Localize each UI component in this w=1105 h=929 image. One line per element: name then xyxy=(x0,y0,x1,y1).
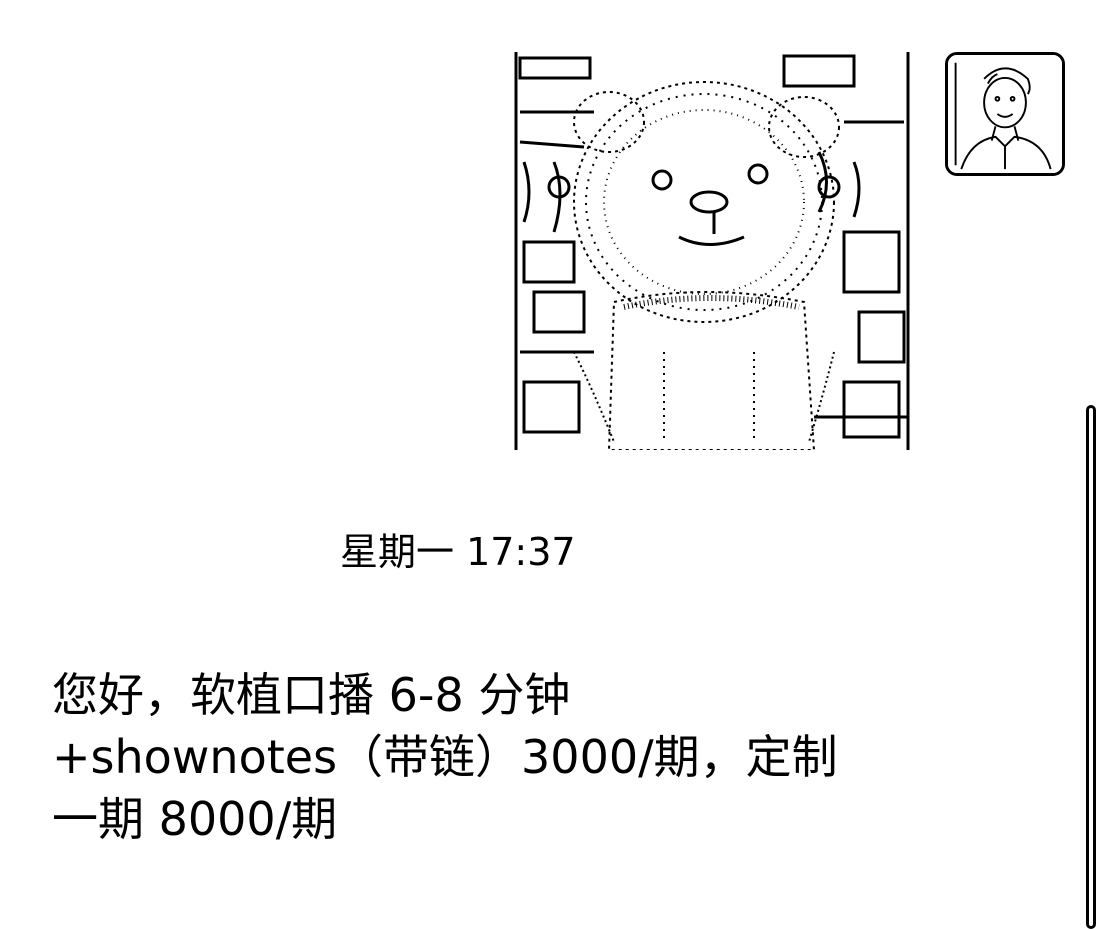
message-line: +shownotes（带链）3000/期，定制 xyxy=(52,730,838,784)
teddy-bear-image xyxy=(514,52,910,450)
sent-image-message[interactable] xyxy=(514,52,910,450)
message-timestamp: 星期一 17:37 xyxy=(340,530,576,574)
message-line: 您好，软植口播 6-8 分钟 xyxy=(52,668,571,722)
message-line: 一期 8000/期 xyxy=(52,792,338,846)
text-message[interactable]: 您好，软植口播 6-8 分钟 +shownotes（带链）3000/期，定制 一… xyxy=(52,664,912,850)
vertical-scrollbar[interactable] xyxy=(1086,405,1096,929)
avatar-image xyxy=(948,55,1062,173)
sender-avatar[interactable] xyxy=(945,52,1065,176)
